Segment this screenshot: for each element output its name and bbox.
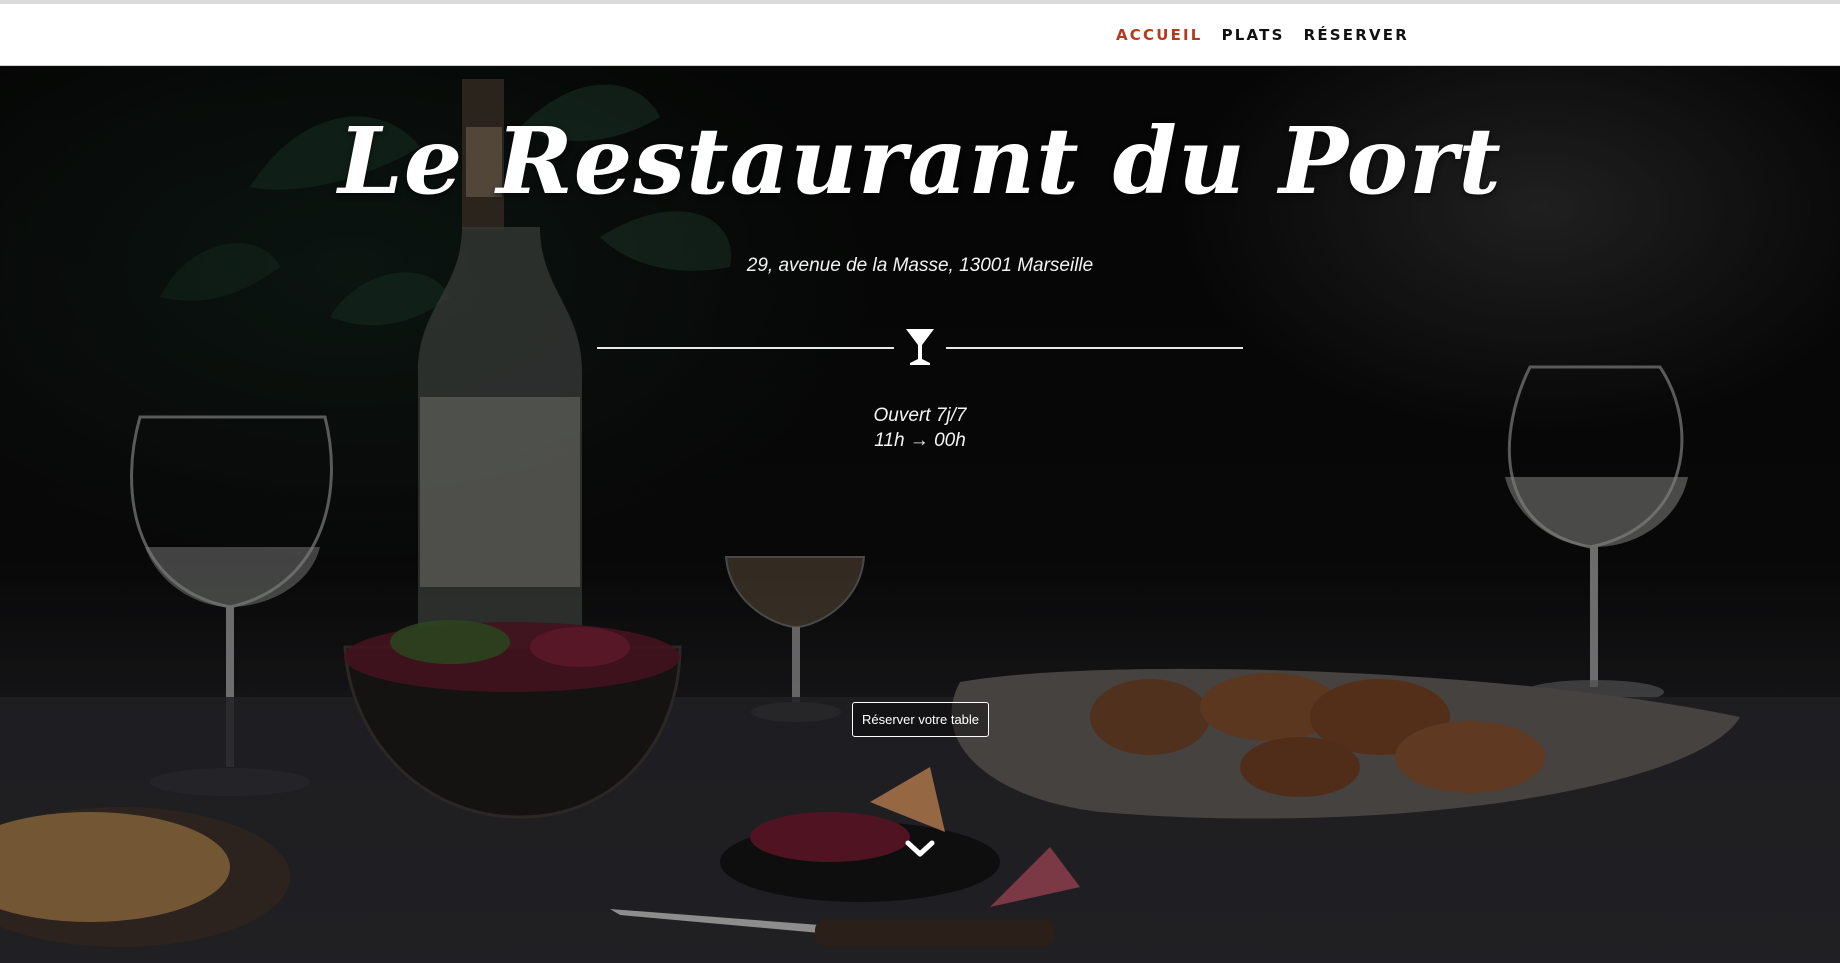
opening-days: Ouvert 7j/7 [873,405,967,426]
nav-link-accueil[interactable]: ACCUEIL [1116,26,1203,44]
nav-link-plats[interactable]: PLATS [1222,26,1285,44]
navbar: ACCUEIL PLATS RÉSERVER [0,4,1840,66]
reserve-table-button[interactable]: Réserver votre table [852,702,989,737]
divider-line-right [946,347,1243,349]
divider-line-left [597,347,894,349]
opening-times: 11h → 00h [874,430,966,451]
opening-hours: Ouvert 7j/7 11h → 00h [0,403,1840,453]
hero-address: 29, avenue de la Masse, 13001 Marseille [746,255,1094,276]
hero-section: Le Restaurant du Port 29, avenue de la M… [0,67,1840,963]
main-nav: ACCUEIL PLATS RÉSERVER [1116,26,1409,44]
hero-title: Le Restaurant du Port [338,107,1502,215]
chevron-down-icon[interactable] [905,839,935,861]
nav-link-reserver[interactable]: RÉSERVER [1304,26,1409,44]
cocktail-glass-icon [906,329,934,365]
